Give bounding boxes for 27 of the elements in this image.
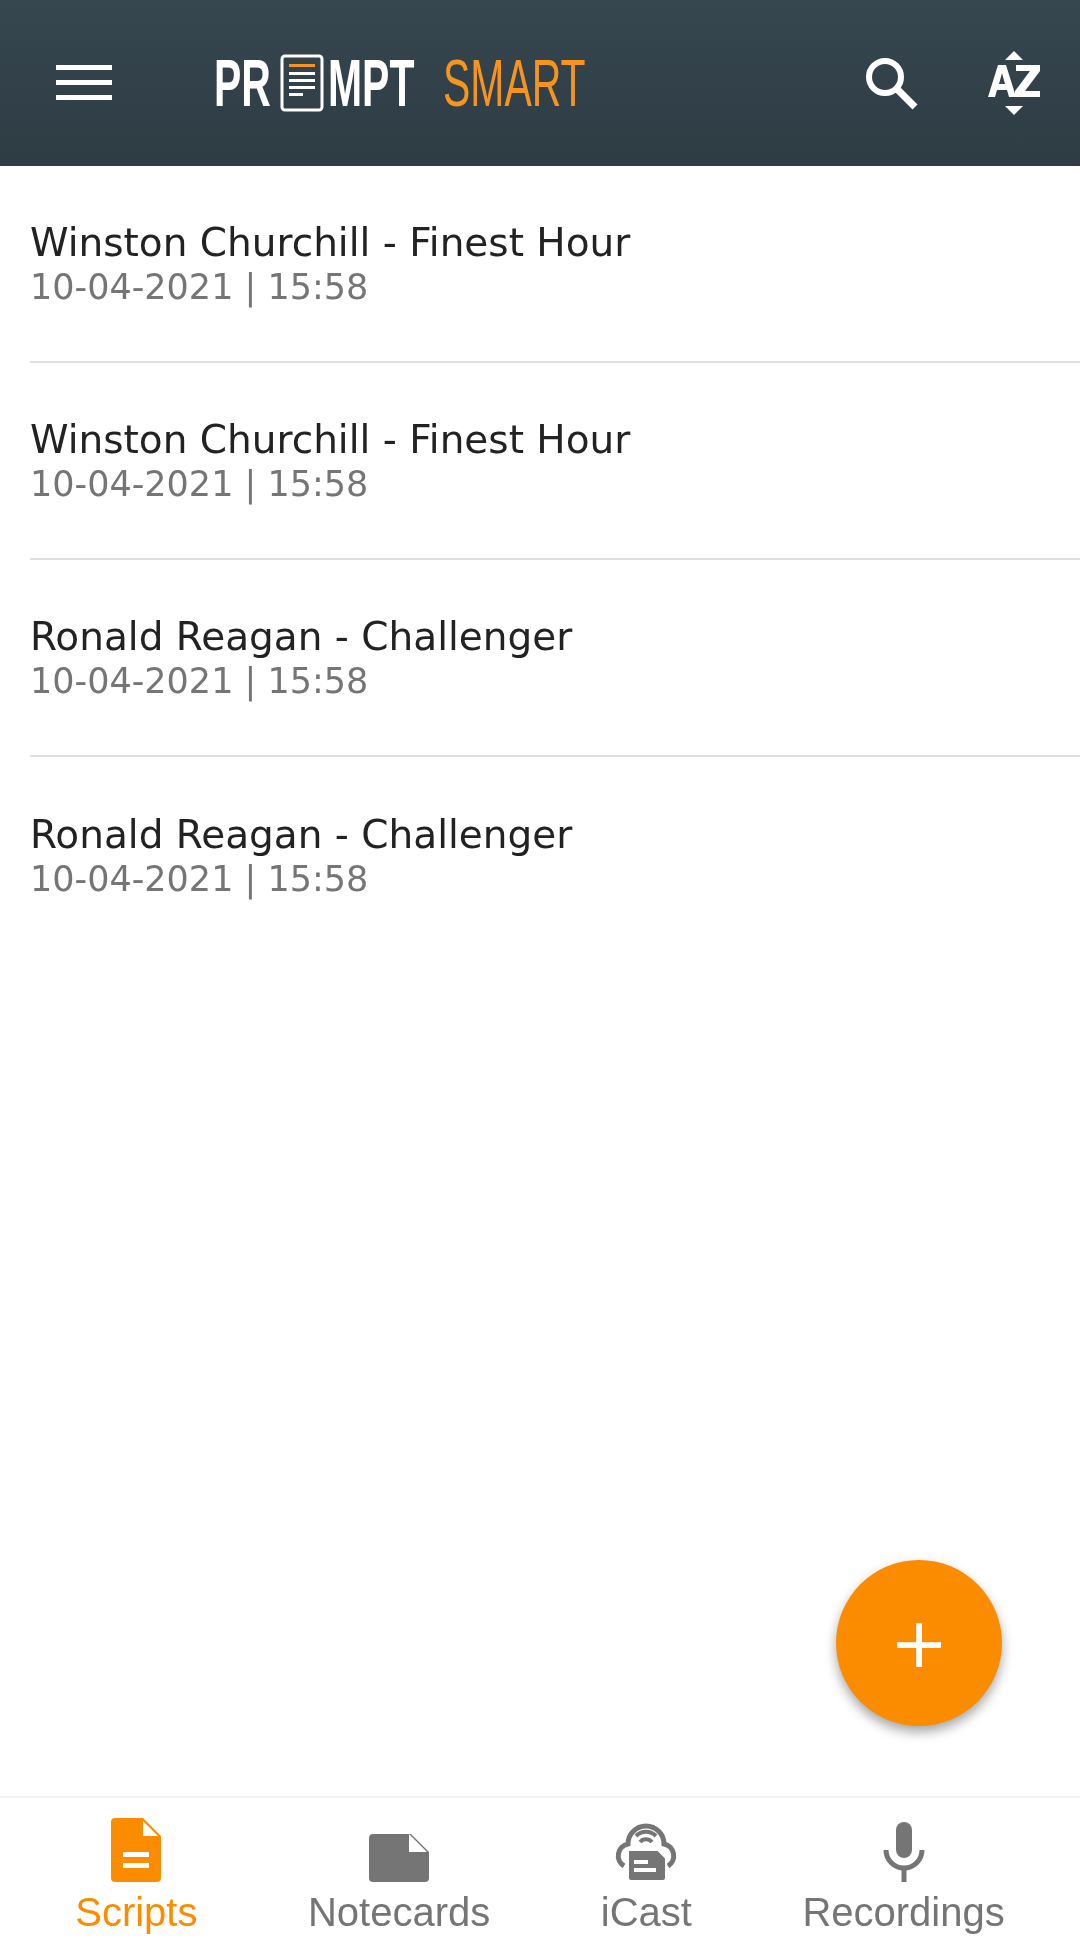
sort-icon[interactable] [986,51,1042,115]
script-item[interactable]: Ronald Reagan - Challenger 10-04-2021 | 15:58 [30,757,1080,954]
nav-tab[interactable]: Scripts [75,1798,198,1944]
nav-tab[interactable]: iCast [600,1798,692,1944]
script-item[interactable]: Ronald Reagan - Challenger 10-04-2021 | 15:58 [30,560,1080,757]
logo-accent-text: SMART [443,50,586,116]
script-title: Ronald Reagan - Challenger [30,812,573,857]
document-icon [279,54,324,112]
nav-tab[interactable]: Notecards [307,1798,491,1944]
script-date: 10-04-2021 | 15:58 [30,267,369,307]
logo-text: PR [214,50,271,116]
search-icon[interactable] [864,56,918,110]
menu-icon[interactable] [56,63,112,103]
document-icon [111,1818,162,1882]
script-date: 10-04-2021 | 15:58 [30,464,369,504]
script-title: Winston Churchill - Finest Hour [30,417,631,462]
nav-tab[interactable]: Recordings [802,1798,1005,1944]
script-item[interactable]: Winston Churchill - Finest Hour 10-04-2021 | 15:58 [30,363,1080,560]
note-icon [369,1834,430,1882]
script-title: Winston Churchill - Finest Hour [30,220,631,265]
logo-text: MPT [327,50,415,116]
script-title: Ronald Reagan - Challenger [30,614,573,659]
microphone-icon [881,1822,926,1882]
script-date: 10-04-2021 | 15:58 [30,859,369,899]
script-date: 10-04-2021 | 15:58 [30,661,369,701]
add-button[interactable]: + [836,1560,1002,1726]
script-item[interactable]: Winston Churchill - Finest Hour 10-04-2021 | 15:58 [30,166,1080,363]
